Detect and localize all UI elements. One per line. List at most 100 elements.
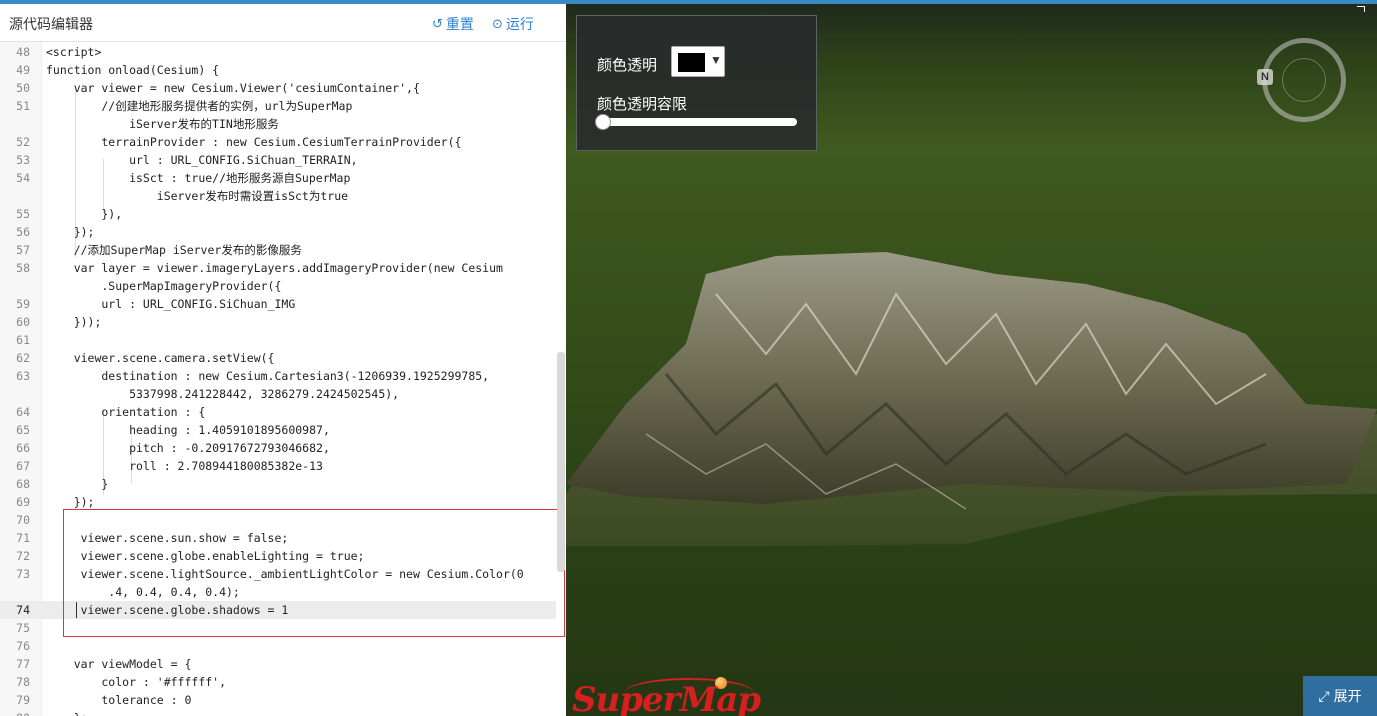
code-line[interactable]: 52 terrainProvider : new Cesium.CesiumTe…	[0, 133, 556, 151]
line-number: 72	[16, 549, 30, 563]
code-line[interactable]: 68 }	[0, 475, 556, 493]
navigation-compass[interactable]: N	[1257, 38, 1346, 122]
line-number: 50	[16, 81, 30, 95]
line-number: 57	[16, 243, 30, 257]
code-line[interactable]: 51 //创建地形服务提供者的实例，url为SuperMap	[0, 97, 556, 115]
code-line[interactable]: 77 var viewModel = {	[0, 655, 556, 673]
line-number: 71	[16, 531, 30, 545]
logo-text: SuperMap	[572, 680, 761, 716]
run-button[interactable]: ⊙ 运行	[492, 14, 534, 34]
line-number: 49	[16, 63, 30, 77]
code-text: var viewModel = {	[46, 657, 192, 671]
code-text: tolerance : 0	[46, 693, 192, 707]
color-picker[interactable]: ▼	[671, 46, 725, 77]
code-area[interactable]: 48 <script> 49 function onload(Cesium) {50 …	[0, 42, 566, 716]
code-text: terrainProvider : new Cesium.CesiumTerra…	[46, 135, 462, 149]
code-line[interactable]: .SuperMapImageryProvider({	[0, 277, 556, 295]
code-text: orientation : {	[46, 405, 206, 419]
code-line[interactable]: 50 var viewer = new Cesium.Viewer('cesiu…	[0, 79, 556, 97]
code-line[interactable]: 49 function onload(Cesium) {	[0, 61, 556, 79]
code-text: iServer发布的TIN地形服务	[46, 117, 279, 131]
line-number: 59	[16, 297, 30, 311]
run-label: 运行	[505, 16, 534, 32]
tolerance-slider-thumb[interactable]	[595, 114, 611, 130]
line-number: 65	[16, 423, 30, 437]
line-number: 67	[16, 459, 30, 473]
code-text: };	[46, 709, 88, 716]
play-icon: ⊙	[492, 16, 503, 31]
code-text: //创建地形服务提供者的实例，url为SuperMap	[46, 99, 353, 113]
line-number: 55	[16, 207, 30, 221]
line-number: 54	[16, 171, 30, 185]
code-line[interactable]: 67 roll : 2.708944180085382e-13	[0, 457, 556, 475]
code-line[interactable]: 57 //添加SuperMap iServer发布的影像服务	[0, 241, 556, 259]
code-line[interactable]: 53 url : URL_CONFIG.SiChuan_TERRAIN,	[0, 151, 556, 169]
terrain-model	[566, 252, 1377, 546]
code-line[interactable]: iServer发布的TIN地形服务	[0, 115, 556, 133]
code-editor-panel: 源代码编辑器 ↺ 重置 ⊙ 运行 48 <script> 49 function on…	[0, 4, 566, 716]
tolerance-label: 颜色透明容限	[597, 96, 688, 113]
code-text: //添加SuperMap iServer发布的影像服务	[46, 243, 302, 257]
line-number: 75	[16, 621, 30, 635]
compass-inner-ring	[1282, 58, 1326, 102]
code-text: roll : 2.708944180085382e-13	[46, 459, 323, 473]
code-line[interactable]: 5337998.241228442, 3286279.2424502545),	[0, 385, 556, 403]
line-number: 73	[16, 567, 30, 581]
corner-mark	[1357, 6, 1365, 12]
line-number: 60	[16, 315, 30, 329]
code-line[interactable]: 78 color : '#ffffff',	[0, 673, 556, 691]
expand-button[interactable]: ⤢ 展开	[1303, 676, 1377, 716]
editor-header: 源代码编辑器 ↺ 重置 ⊙ 运行	[0, 4, 566, 42]
code-line[interactable]: iServer发布时需设置isSct为true	[0, 187, 556, 205]
code-text: 5337998.241228442, 3286279.2424502545),	[46, 387, 400, 401]
code-text: viewer.scene.camera.setView({	[46, 351, 275, 365]
expand-label: 展开	[1333, 688, 1362, 704]
line-number: 61	[16, 333, 30, 347]
code-line[interactable]: 61	[0, 331, 556, 349]
code-line[interactable]: 59 url : URL_CONFIG.SiChuan_IMG	[0, 295, 556, 313]
cesium-3d-viewer[interactable]: 颜色透明 ▼ 颜色透明容限 N SuperMap ⤢ 展开	[566, 4, 1377, 716]
line-number: 64	[16, 405, 30, 419]
code-line[interactable]: 56 });	[0, 223, 556, 241]
code-line[interactable]: 55 }),	[0, 205, 556, 223]
code-line[interactable]: 79 tolerance : 0	[0, 691, 556, 709]
editor-scrollbar[interactable]	[557, 352, 565, 572]
code-line[interactable]: 62 viewer.scene.camera.setView({	[0, 349, 556, 367]
code-text: isSct : true//地形服务源自SuperMap	[46, 171, 351, 185]
line-number: 68	[16, 477, 30, 491]
line-number: 69	[16, 495, 30, 509]
editor-title: 源代码编辑器	[9, 16, 93, 32]
code-line[interactable]: 63 destination : new Cesium.Cartesian3(-…	[0, 367, 556, 385]
code-line[interactable]: 66 pitch : -0.20917672793046682,	[0, 439, 556, 457]
code-line[interactable]: 80 };	[0, 709, 556, 716]
code-line[interactable]: 60 }));	[0, 313, 556, 331]
code-line[interactable]: 65 heading : 1.4059101895600987,	[0, 421, 556, 439]
color-transparency-label: 颜色透明	[597, 57, 658, 74]
color-transparency-panel: 颜色透明 ▼ 颜色透明容限	[576, 15, 817, 151]
code-text: .SuperMapImageryProvider({	[46, 279, 282, 293]
code-text: destination : new Cesium.Cartesian3(-120…	[46, 369, 490, 383]
code-text: }));	[46, 315, 102, 329]
line-number: 66	[16, 441, 30, 455]
code-text: heading : 1.4059101895600987,	[46, 423, 330, 437]
code-line[interactable]: 48 <script>	[0, 43, 556, 61]
text-cursor	[76, 602, 77, 618]
reset-label: 重置	[445, 16, 474, 32]
code-line[interactable]: 54 isSct : true//地形服务源自SuperMap	[0, 169, 556, 187]
line-number: 78	[16, 675, 30, 689]
reset-button[interactable]: ↺ 重置	[432, 14, 474, 34]
code-text: }	[46, 477, 109, 491]
code-text: url : URL_CONFIG.SiChuan_TERRAIN,	[46, 153, 358, 167]
code-text: var viewer = new Cesium.Viewer('cesiumCo…	[46, 81, 420, 95]
code-text: url : URL_CONFIG.SiChuan_IMG	[46, 297, 296, 311]
code-line[interactable]: 64 orientation : {	[0, 403, 556, 421]
line-number: 62	[16, 351, 30, 365]
code-text: iServer发布时需设置isSct为true	[46, 189, 349, 203]
reset-icon: ↺	[432, 16, 443, 31]
compass-north-icon: N	[1257, 69, 1273, 85]
code-line[interactable]: 76	[0, 637, 556, 655]
line-number: 76	[16, 639, 30, 653]
tolerance-slider-track[interactable]	[599, 118, 797, 126]
code-text: color : '#ffffff',	[46, 675, 227, 689]
code-line[interactable]: 58 var layer = viewer.imageryLayers.addI…	[0, 259, 556, 277]
